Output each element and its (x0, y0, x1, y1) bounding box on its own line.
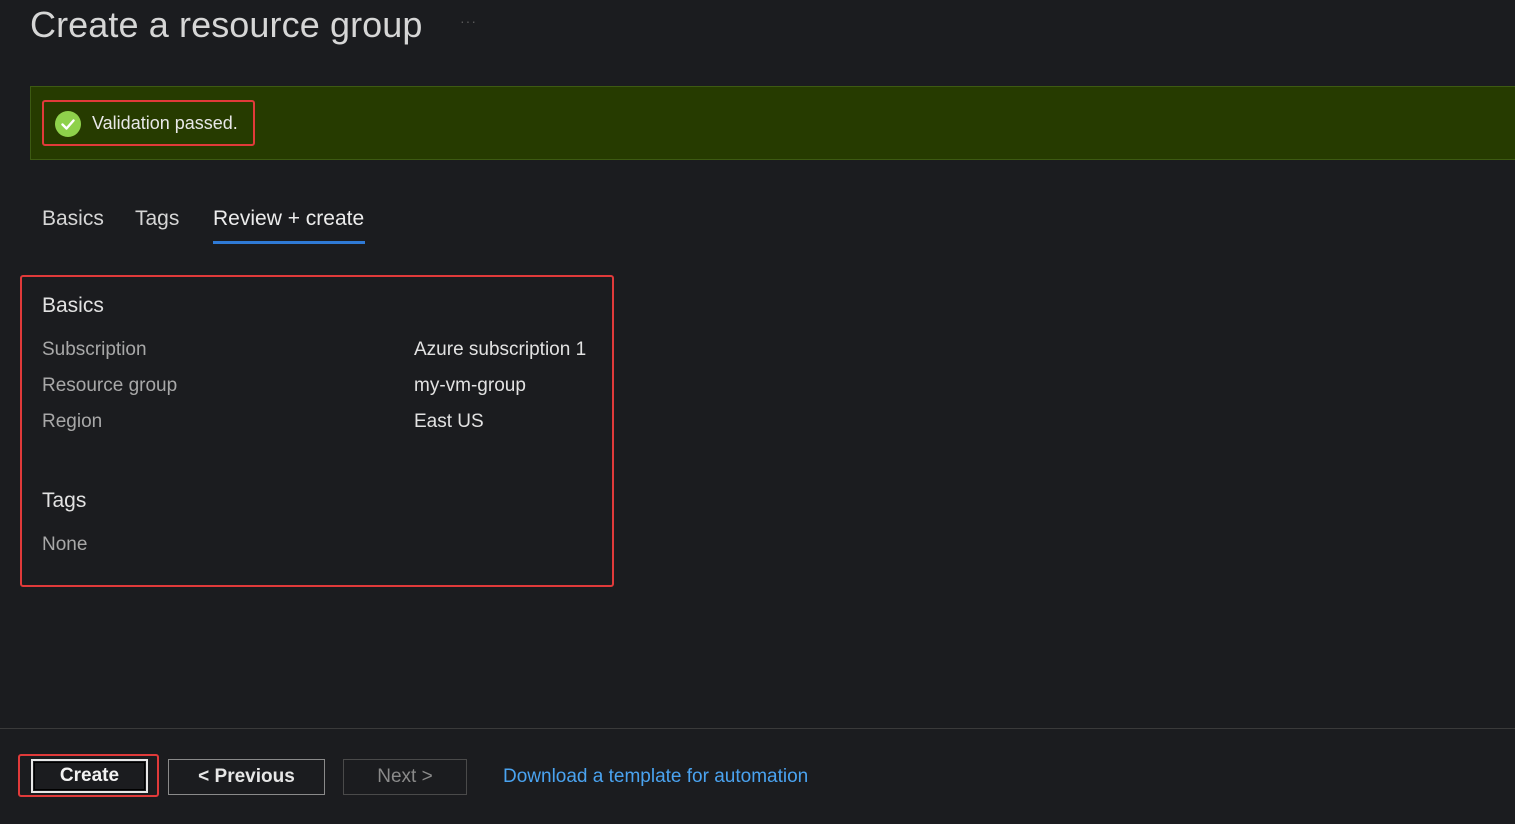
region-value: East US (414, 411, 484, 432)
download-template-link[interactable]: Download a template for automation (503, 766, 808, 788)
tags-section-title: Tags (42, 489, 87, 512)
basics-section-title: Basics (42, 294, 104, 317)
active-tab-indicator (213, 241, 365, 244)
resource-group-value: my-vm-group (414, 375, 526, 396)
review-summary-highlight (20, 275, 614, 587)
tab-basics[interactable]: Basics (42, 207, 104, 231)
subscription-value: Azure subscription 1 (414, 339, 587, 360)
page-title: Create a resource group (30, 4, 423, 45)
create-button[interactable]: Create (31, 759, 148, 793)
tab-tags[interactable]: Tags (135, 207, 179, 231)
previous-button[interactable]: < Previous (168, 759, 325, 795)
footer-divider (0, 728, 1515, 729)
check-circle-icon (55, 111, 81, 137)
subscription-label: Subscription (42, 339, 147, 360)
validation-message: Validation passed. (92, 113, 238, 133)
next-button[interactable]: Next > (343, 759, 467, 795)
tags-value: None (42, 534, 88, 555)
more-options-icon[interactable]: ··· (460, 13, 477, 29)
tab-review-create[interactable]: Review + create (213, 207, 364, 231)
region-label: Region (42, 411, 103, 432)
resource-group-label: Resource group (42, 375, 178, 396)
